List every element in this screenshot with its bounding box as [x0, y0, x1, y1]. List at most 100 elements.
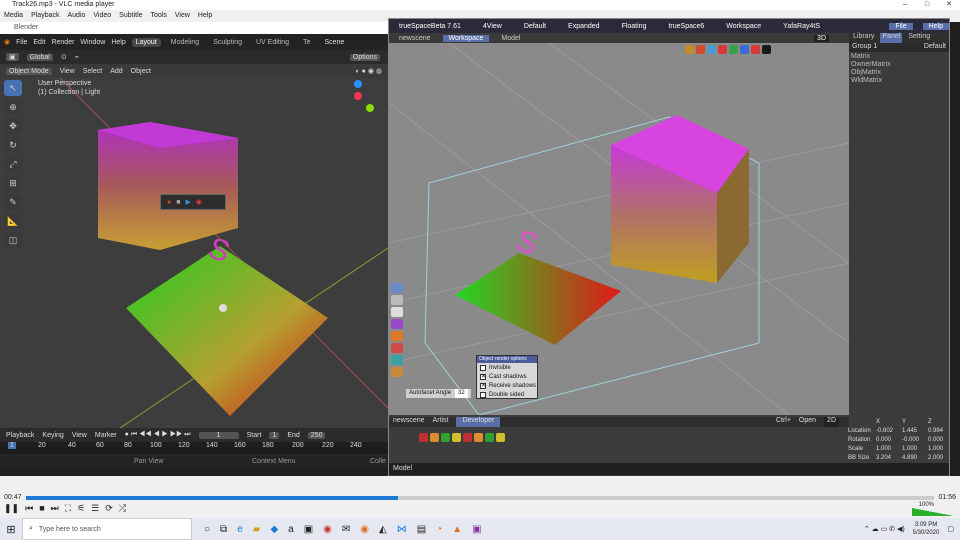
group-header[interactable]: Group 1 Default — [849, 43, 949, 52]
file-explorer-icon[interactable]: ▰ — [253, 524, 261, 535]
tab-workspace[interactable]: Workspace — [442, 34, 490, 42]
orientation-dropdown[interactable]: Global — [26, 53, 53, 61]
previous-button[interactable]: ⏮ — [25, 503, 33, 514]
layout-default[interactable]: Default — [518, 23, 552, 30]
tool-icon[interactable] — [463, 433, 472, 442]
table-row[interactable]: BB Size 3.204 4.890 2.000 — [848, 454, 948, 463]
edge-icon[interactable]: e — [237, 524, 243, 535]
axis-gizmo-icon[interactable] — [354, 92, 362, 100]
value-y[interactable]: -0.000 — [902, 436, 922, 445]
end-frame-field[interactable]: 250 — [307, 431, 326, 439]
store-icon[interactable]: ▣ — [304, 524, 313, 535]
menu-playback[interactable]: Playback — [31, 10, 59, 22]
taskbar-search[interactable]: ⌕ Type here to search — [22, 518, 192, 540]
timeline-menu-keying[interactable]: Keying — [42, 432, 63, 439]
value-y[interactable]: 1.000 — [902, 445, 922, 454]
rotate-tool-icon[interactable]: ↻ — [4, 137, 22, 153]
layout-truespace6[interactable]: trueSpace6 — [662, 23, 710, 30]
tool-icon[interactable] — [391, 355, 403, 365]
timeline-menu-view[interactable]: View — [72, 432, 87, 439]
value-z[interactable]: 1.000 — [928, 445, 943, 454]
tool-icon[interactable] — [430, 433, 439, 442]
tool-icon[interactable] — [391, 319, 403, 329]
table-row[interactable]: Location -0.602 1.445 0.984 — [848, 427, 948, 436]
close-button[interactable]: ✕ — [938, 0, 960, 10]
measure-tool-icon[interactable]: 📐 — [4, 213, 22, 229]
value-x[interactable]: -0.602 — [876, 427, 896, 436]
scene-selector[interactable]: Scene — [324, 39, 344, 46]
tab-layout[interactable]: Layout — [131, 37, 161, 47]
tool-icon[interactable] — [452, 433, 461, 442]
tool-icon[interactable] — [485, 433, 494, 442]
amazon-icon[interactable]: a — [288, 524, 294, 535]
tool-icon[interactable] — [391, 295, 403, 305]
windows-start-icon[interactable]: ⊞ — [0, 523, 22, 536]
table-row[interactable]: Scale 1.000 1.000 1.000 — [848, 445, 948, 454]
mode-dropdown[interactable]: Object Mode — [6, 67, 52, 75]
value-z[interactable]: 0.000 — [928, 436, 943, 445]
chrome-icon[interactable]: ◉ — [323, 524, 332, 535]
tab-modeling[interactable]: Modeling — [167, 38, 203, 47]
list-item[interactable]: WldMatrix — [851, 77, 949, 85]
view-2d-label[interactable]: 2D — [824, 417, 839, 427]
tool-icon[interactable] — [751, 45, 760, 54]
table-row[interactable]: Rotation 0.000 -0.000 0.000 — [848, 436, 948, 445]
tab-panel[interactable]: Panel — [880, 33, 903, 43]
tab-developer[interactable]: Developer — [456, 417, 501, 427]
value-x[interactable]: 0.000 — [876, 436, 896, 445]
menu-edit[interactable]: Edit — [33, 39, 45, 46]
tab-setting[interactable]: Setting — [908, 33, 930, 43]
menu-media[interactable]: Media — [4, 10, 23, 22]
snap-icon[interactable]: ⌁ — [75, 53, 79, 61]
menu-audio[interactable]: Audio — [67, 10, 85, 22]
timeline-ruler[interactable]: 1 20 40 60 80 100 120 140 160 180 200 22… — [0, 442, 388, 454]
tool-icon[interactable] — [685, 45, 694, 54]
cursor-tool-icon[interactable]: ⊕ — [4, 99, 22, 115]
scale-tool-icon[interactable]: ⤢ — [4, 156, 22, 172]
tool-icon[interactable] — [762, 45, 771, 54]
list-item[interactable]: OwnerMatrix — [851, 61, 949, 69]
volume-slider[interactable] — [912, 508, 954, 516]
tool-icon[interactable] — [696, 45, 705, 54]
tool-icon[interactable] — [474, 433, 483, 442]
tool-icon[interactable] — [441, 433, 450, 442]
tool-icon[interactable] — [391, 343, 403, 353]
checkbox-double-sided[interactable] — [480, 391, 486, 398]
render-option-cast-shadows[interactable]: ✕ Cast shadows — [477, 372, 537, 381]
checkbox-invisible[interactable] — [480, 364, 486, 371]
tool-icon[interactable] — [419, 433, 428, 442]
blender-3d-viewport[interactable]: S User Perspective (1) Collection | Ligh… — [0, 78, 388, 428]
menu-subtitle[interactable]: Subtitle — [119, 10, 142, 22]
tray-icons[interactable]: ⌃ ☁ ▭ ✆ ◀) — [864, 525, 905, 533]
notepad-icon[interactable]: ▤ — [417, 524, 426, 535]
tab-uv-editing[interactable]: UV Editing — [252, 38, 293, 47]
menu-video[interactable]: Video — [93, 10, 111, 22]
tab-more[interactable]: Te — [299, 38, 314, 47]
tab-newscene-bottom[interactable]: newscene — [393, 417, 425, 427]
add-cube-tool-icon[interactable]: ◫ — [4, 232, 22, 248]
extended-settings-button[interactable]: ⚟ — [77, 503, 85, 514]
loop-icon[interactable]: ◉ — [196, 198, 202, 206]
move-tool-icon[interactable]: ✥ — [4, 118, 22, 134]
current-frame-field[interactable]: 1 — [198, 431, 239, 439]
inkscape-icon[interactable]: ◭ — [379, 524, 387, 535]
truespace-3d-viewport[interactable]: S — [389, 43, 849, 415]
play-icon[interactable]: ▶ — [185, 198, 190, 206]
layout-yafaray[interactable]: YafaRay4tS — [777, 23, 826, 30]
clock-date[interactable]: 5/30/2020 — [913, 529, 940, 537]
plane-mesh[interactable] — [455, 253, 621, 345]
list-item[interactable]: Matrix — [851, 53, 949, 61]
menu-help[interactable]: Help — [198, 10, 212, 22]
menu-help[interactable]: Help — [111, 39, 125, 46]
render-option-invisible[interactable]: Invisible — [477, 363, 537, 372]
tab-newscene[interactable]: newscene — [393, 35, 437, 42]
render-option-receive-shadows[interactable]: ✕ Receive shadows — [477, 381, 537, 390]
notification-icon[interactable]: ▢ — [947, 525, 954, 533]
mail-icon[interactable]: ✉ — [342, 524, 350, 535]
truespace-icon[interactable]: ▣ — [472, 524, 481, 535]
view-3d-label[interactable]: 3D — [814, 34, 829, 42]
vlc-mini-controls[interactable]: ● ■ ▶ ◉ — [160, 194, 226, 210]
pause-button[interactable]: ❚❚ — [4, 503, 19, 514]
tab-library[interactable]: Library — [853, 33, 874, 43]
tool-icon[interactable] — [496, 433, 505, 442]
